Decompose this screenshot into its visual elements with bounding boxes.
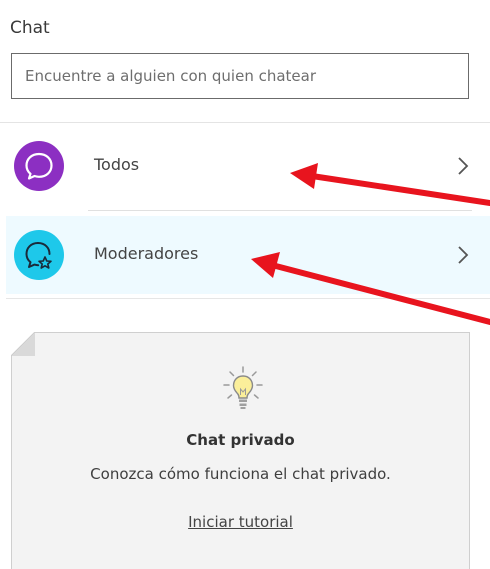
channel-label: Todos: [94, 155, 140, 174]
channel-item-todos[interactable]: Todos: [6, 127, 490, 205]
start-tutorial-link[interactable]: Iniciar tutorial: [188, 513, 293, 531]
channel-label: Moderadores: [94, 244, 199, 263]
chevron-right-icon: [456, 155, 470, 181]
page-title: Chat: [10, 18, 50, 38]
lightbulb-icon: [221, 365, 265, 419]
tutorial-card: Chat privado Conozca cómo funciona el ch…: [11, 332, 470, 569]
chat-bubble-star-icon: [14, 230, 64, 280]
chat-bubble-icon: [14, 141, 64, 191]
card-title: Chat privado: [186, 431, 295, 449]
divider: [88, 210, 472, 211]
channel-item-moderadores[interactable]: Moderadores: [6, 216, 490, 294]
divider: [0, 122, 490, 123]
divider: [6, 298, 490, 299]
folded-corner: [11, 332, 35, 356]
chevron-right-icon: [456, 244, 470, 270]
card-description: Conozca cómo funciona el chat privado.: [90, 465, 391, 483]
search-input[interactable]: [11, 53, 469, 99]
